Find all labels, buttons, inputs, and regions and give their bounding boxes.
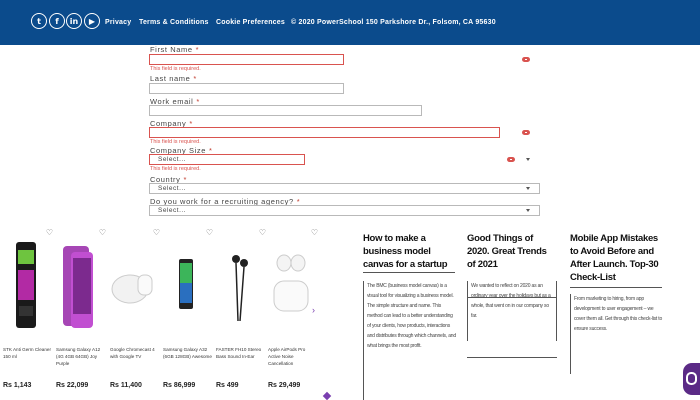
blog-title[interactable]: How to make a business model canvas for … xyxy=(363,232,457,271)
product-price: Rs 11,400 xyxy=(110,382,142,389)
product-price: Rs 499 xyxy=(216,382,239,389)
chat-widget-button[interactable] xyxy=(683,363,700,395)
error-icon xyxy=(522,130,530,135)
product-name: Samsung Galaxy A12 (4G 4GB 64GB) Joy Pur… xyxy=(56,347,101,366)
product-price: Rs 22,099 xyxy=(56,382,89,389)
blog-card[interactable]: Mobile App Mistakes to Avoid Before and … xyxy=(570,232,664,374)
product-card[interactable]: ♡ Samsung Galaxy A12 (4G 4GB 64GB) Joy P… xyxy=(56,228,106,398)
product-name: STK Anti Germ Cleaner 150 ml xyxy=(3,347,51,359)
product-name: FASTER FH10 Stereo Bass Sound In-Ear xyxy=(216,347,262,359)
error-icon xyxy=(522,57,530,62)
wishlist-heart-icon[interactable]: ♡ xyxy=(153,228,160,237)
chevron-down-icon xyxy=(526,187,530,190)
footer-bar: t f in ▶ Privacy Terms & Conditions Cook… xyxy=(0,0,700,45)
blog-excerpt: We wanted to reflect on 2020 as an ordin… xyxy=(467,281,557,341)
product-name: Google Chromecast 4 with Google TV xyxy=(110,347,155,359)
terms-link[interactable]: Terms & Conditions xyxy=(139,19,209,26)
product-card[interactable]: ♡ Apple AirPods Pro Active Noise Cancell… xyxy=(268,228,318,398)
error-icon xyxy=(507,157,515,162)
wishlist-heart-icon[interactable]: ♡ xyxy=(206,228,213,237)
company-error: This field is required. xyxy=(150,139,201,145)
product-name: Apple AirPods Pro Active Noise Cancellat… xyxy=(268,347,306,366)
blog-card[interactable]: Good Things of 2020. Great Trends of 202… xyxy=(467,232,557,341)
linkedin-icon[interactable]: in xyxy=(66,13,82,29)
product-image xyxy=(163,240,209,330)
first-name-input[interactable] xyxy=(149,54,344,65)
work-email-input[interactable] xyxy=(149,105,422,116)
product-price: Rs 29,499 xyxy=(268,382,301,389)
divider xyxy=(570,287,662,288)
chat-icon xyxy=(686,372,697,385)
first-name-error: This field is required. xyxy=(150,66,201,72)
product-image xyxy=(56,240,102,330)
product-card[interactable]: ♡ FASTER FH10 Stereo Bass Sound In-Ear R… xyxy=(216,228,266,398)
decorative-marker xyxy=(322,391,332,400)
last-name-label: Last name * xyxy=(150,74,197,83)
chevron-down-icon xyxy=(526,158,530,161)
product-price: Rs 1,143 xyxy=(3,382,32,389)
divider xyxy=(467,357,557,358)
facebook-icon[interactable]: f xyxy=(49,13,65,29)
product-card[interactable]: ♡ STK Anti Germ Cleaner 150 ml Rs 1,143 xyxy=(3,228,53,398)
product-image xyxy=(110,240,156,330)
product-price: Rs 86,999 xyxy=(163,382,196,389)
product-image xyxy=(268,240,314,330)
country-select[interactable]: Select... xyxy=(149,183,540,194)
cookie-preferences-link[interactable]: Cookie Preferences xyxy=(216,19,285,26)
company-size-error: This field is required. xyxy=(150,166,201,172)
company-size-select[interactable]: Select... xyxy=(149,154,305,165)
blog-title[interactable]: Good Things of 2020. Great Trends of 202… xyxy=(467,232,557,271)
divider xyxy=(363,272,455,273)
blog-excerpt: The BMC (business model canvas) is a vis… xyxy=(363,281,457,400)
recruiting-agency-select[interactable]: Select... xyxy=(149,205,540,216)
wishlist-heart-icon[interactable]: ♡ xyxy=(99,228,106,237)
product-card[interactable]: ♡ Samsung Galaxy A32 (6GB 128GB) Awesome… xyxy=(163,228,213,398)
wishlist-heart-icon[interactable]: ♡ xyxy=(311,228,318,237)
blog-title[interactable]: Mobile App Mistakes to Avoid Before and … xyxy=(570,232,664,284)
wishlist-heart-icon[interactable]: ♡ xyxy=(259,228,266,237)
last-name-input[interactable] xyxy=(149,83,344,94)
carousel-next-icon[interactable]: › xyxy=(312,305,315,315)
chevron-down-icon xyxy=(526,209,530,212)
product-image xyxy=(3,240,49,330)
youtube-icon[interactable]: ▶ xyxy=(84,13,100,29)
blog-excerpt: From marketing to hiring, from app devel… xyxy=(570,294,664,374)
product-image xyxy=(216,240,262,330)
copyright-address: © 2020 PowerSchool 150 Parkshore Dr., Fo… xyxy=(291,19,496,26)
product-card[interactable]: ♡ Google Chromecast 4 with Google TV Rs … xyxy=(110,228,160,398)
twitter-icon[interactable]: t xyxy=(31,13,47,29)
product-name: Samsung Galaxy A32 (6GB 128GB) Awesome xyxy=(163,347,212,359)
privacy-link[interactable]: Privacy xyxy=(105,19,131,26)
blog-card[interactable]: How to make a business model canvas for … xyxy=(363,232,457,400)
first-name-label: First Name * xyxy=(150,45,200,54)
company-input[interactable] xyxy=(149,127,500,138)
divider xyxy=(467,297,557,298)
wishlist-heart-icon[interactable]: ♡ xyxy=(46,228,53,237)
